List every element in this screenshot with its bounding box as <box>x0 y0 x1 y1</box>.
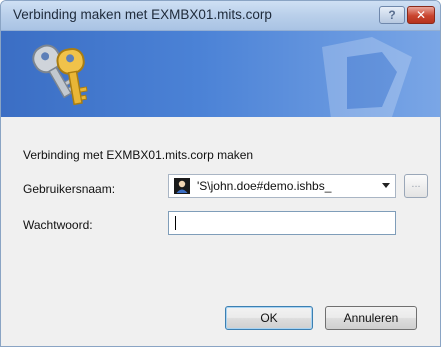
login-dialog: Verbinding maken met EXMBX01.mits.corp ?… <box>0 0 441 347</box>
username-combobox[interactable]: 'S\john.doe#demo.ishbs_ <box>168 174 396 198</box>
chevron-down-icon[interactable] <box>382 183 390 188</box>
user-account-icon <box>174 178 190 194</box>
ok-button[interactable]: OK <box>225 306 313 330</box>
title-bar[interactable]: Verbinding maken met EXMBX01.mits.corp ?… <box>1 1 440 31</box>
dialog-body: Verbinding met EXMBX01.mits.corp maken G… <box>1 117 440 346</box>
help-button[interactable]: ? <box>379 6 405 24</box>
close-button[interactable]: ✕ <box>407 6 435 24</box>
window-title: Verbinding maken met EXMBX01.mits.corp <box>13 7 272 22</box>
dialog-banner <box>1 31 440 117</box>
keys-icon <box>32 44 88 106</box>
connection-heading: Verbinding met EXMBX01.mits.corp maken <box>23 148 254 162</box>
browse-button[interactable]: ... <box>404 174 428 198</box>
cancel-button[interactable]: Annuleren <box>325 306 417 330</box>
password-label: Wachtwoord: <box>23 218 93 232</box>
username-value: 'S\john.doe#demo.ishbs_ <box>197 179 332 193</box>
banner-decoration-icon <box>322 37 412 117</box>
password-field[interactable] <box>168 211 396 235</box>
username-label: Gebruikersnaam: <box>23 182 116 196</box>
text-caret <box>175 216 176 230</box>
